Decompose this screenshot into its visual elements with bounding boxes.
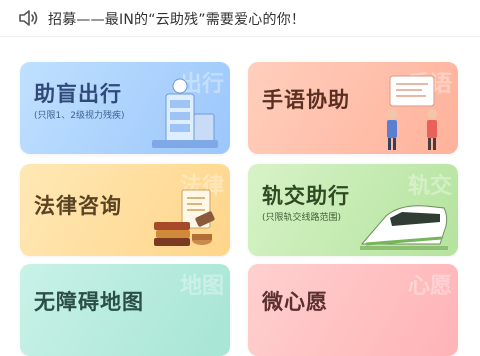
card-sign-language[interactable]: 手语 手语协助 <box>248 62 458 154</box>
announcement-bar[interactable]: 招募——最IN的“云助残”需要爱心的你！ <box>0 0 480 37</box>
law-books-illustration-icon <box>154 189 215 246</box>
card-watermark: 心愿 <box>407 274 452 299</box>
card-title: 轨交助行 <box>262 184 350 208</box>
card-blind-travel[interactable]: 出行 助盲出行 (只限1、2级视力残疾) <box>20 62 230 154</box>
building-illustration-icon <box>152 78 218 148</box>
people-signing-illustration-icon <box>387 75 437 150</box>
card-subtitle: (只限轨交线路范围) <box>262 213 342 223</box>
card-accessible-map[interactable]: 地图 无障碍地图 <box>20 264 230 356</box>
card-title: 微心愿 <box>262 290 328 314</box>
card-title: 助盲出行 <box>34 82 122 106</box>
card-subtitle: (只限1、2级视力残疾) <box>34 111 125 121</box>
card-title: 无障碍地图 <box>34 290 144 314</box>
card-rail-assistance[interactable]: 轨交 轨交助行 (只限轨交线路范围) <box>248 164 458 256</box>
card-title: 法律咨询 <box>34 194 122 218</box>
card-micro-wish[interactable]: 心愿 微心愿 <box>248 264 458 356</box>
speaker-icon <box>19 10 38 26</box>
card-title: 手语协助 <box>262 88 350 112</box>
train-illustration-icon <box>360 205 448 250</box>
card-watermark: 地图 <box>179 274 224 299</box>
card-legal-consultation[interactable]: 法律 法律咨询 <box>20 164 230 256</box>
announcement-text: 招募——最IN的“云助残”需要爱心的你！ <box>48 12 306 28</box>
